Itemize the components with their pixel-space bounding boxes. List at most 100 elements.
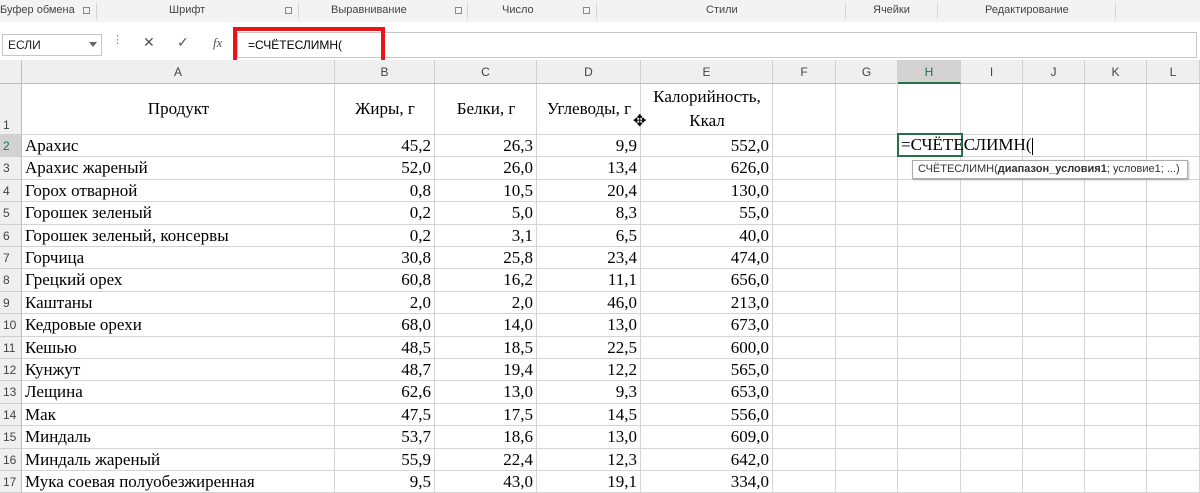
row-header[interactable]: 12 xyxy=(0,359,22,382)
clipboard-launcher-icon[interactable] xyxy=(83,7,90,14)
empty-cell[interactable] xyxy=(773,448,836,471)
product-cell[interactable]: Горошек зеленый xyxy=(22,202,335,225)
font-launcher-icon[interactable] xyxy=(285,7,292,14)
empty-cell[interactable] xyxy=(836,291,898,315)
empty-cell[interactable] xyxy=(773,336,836,359)
empty-cell[interactable] xyxy=(1147,448,1200,471)
empty-cell[interactable] xyxy=(836,314,898,337)
empty-cell[interactable] xyxy=(836,426,898,449)
product-cell[interactable]: Арахис xyxy=(22,135,335,158)
kcal-cell[interactable]: 565,0 xyxy=(641,359,773,382)
product-cell[interactable]: Кешью xyxy=(22,336,335,359)
kcal-cell[interactable]: 600,0 xyxy=(641,336,773,359)
header-cell[interactable] xyxy=(1085,84,1147,135)
empty-cell[interactable] xyxy=(773,426,836,449)
empty-cell[interactable] xyxy=(898,314,961,337)
carbs-cell[interactable]: 14,5 xyxy=(537,403,641,427)
row-header[interactable]: 11 xyxy=(0,336,22,359)
empty-cell[interactable] xyxy=(1023,224,1085,247)
row-header[interactable]: 3 xyxy=(0,157,22,180)
empty-cell[interactable] xyxy=(836,471,898,493)
empty-cell[interactable] xyxy=(1147,291,1200,315)
empty-cell[interactable] xyxy=(773,314,836,337)
protein-cell[interactable]: 5,0 xyxy=(435,202,537,225)
empty-cell[interactable] xyxy=(1085,381,1147,404)
kcal-cell[interactable]: 334,0 xyxy=(641,471,773,493)
empty-cell[interactable] xyxy=(898,202,961,225)
empty-cell[interactable] xyxy=(961,336,1023,359)
protein-cell[interactable]: 14,0 xyxy=(435,314,537,337)
empty-cell[interactable] xyxy=(961,448,1023,471)
empty-cell[interactable] xyxy=(961,471,1023,493)
kcal-cell[interactable]: 673,0 xyxy=(641,314,773,337)
empty-cell[interactable] xyxy=(1147,224,1200,247)
empty-cell[interactable] xyxy=(1023,269,1085,292)
column-header-i[interactable]: I xyxy=(961,60,1023,84)
empty-cell[interactable] xyxy=(836,336,898,359)
fat-cell[interactable]: 52,0 xyxy=(335,157,435,180)
row-header[interactable]: 9 xyxy=(0,291,22,315)
kcal-cell[interactable]: 40,0 xyxy=(641,224,773,247)
protein-cell[interactable]: 19,4 xyxy=(435,359,537,382)
fat-cell[interactable]: 55,9 xyxy=(335,448,435,471)
fat-cell[interactable]: 53,7 xyxy=(335,426,435,449)
header-cell[interactable] xyxy=(836,84,898,135)
carbs-cell[interactable]: 13,4 xyxy=(537,157,641,180)
enter-icon[interactable]: ✓ xyxy=(177,34,189,51)
empty-cell[interactable] xyxy=(1023,471,1085,493)
protein-cell[interactable]: 16,2 xyxy=(435,269,537,292)
empty-cell[interactable] xyxy=(961,247,1023,270)
column-header-l[interactable]: L xyxy=(1147,60,1200,84)
header-cell[interactable] xyxy=(961,84,1023,135)
empty-cell[interactable] xyxy=(1085,179,1147,203)
empty-cell[interactable] xyxy=(1023,448,1085,471)
empty-cell[interactable] xyxy=(1147,471,1200,493)
empty-cell[interactable] xyxy=(898,291,961,315)
tooltip-argument-1[interactable]: диапазон_условия1 xyxy=(998,163,1107,175)
empty-cell[interactable] xyxy=(1147,202,1200,225)
insert-function-icon[interactable]: fx xyxy=(213,35,222,51)
empty-cell[interactable] xyxy=(961,403,1023,427)
empty-cell[interactable] xyxy=(961,426,1023,449)
protein-cell[interactable]: 26,3 xyxy=(435,135,537,158)
empty-cell[interactable] xyxy=(836,269,898,292)
empty-cell[interactable] xyxy=(961,381,1023,404)
fat-cell[interactable]: 48,7 xyxy=(335,359,435,382)
empty-cell[interactable] xyxy=(836,157,898,180)
header-cell[interactable] xyxy=(1147,84,1200,135)
column-header-a[interactable]: A xyxy=(22,60,335,84)
empty-cell[interactable] xyxy=(1147,403,1200,427)
empty-cell[interactable] xyxy=(836,403,898,427)
row-header[interactable]: 13 xyxy=(0,381,22,404)
empty-cell[interactable] xyxy=(898,403,961,427)
empty-cell[interactable] xyxy=(961,224,1023,247)
row-header[interactable]: 7 xyxy=(0,247,22,270)
protein-cell[interactable]: 2,0 xyxy=(435,291,537,315)
protein-cell[interactable]: 25,8 xyxy=(435,247,537,270)
empty-cell[interactable] xyxy=(898,247,961,270)
protein-cell[interactable]: 18,6 xyxy=(435,426,537,449)
empty-cell[interactable] xyxy=(961,359,1023,382)
kcal-cell[interactable]: 474,0 xyxy=(641,247,773,270)
empty-cell[interactable] xyxy=(1023,202,1085,225)
empty-cell[interactable] xyxy=(961,179,1023,203)
empty-cell[interactable] xyxy=(836,448,898,471)
row-header-1[interactable]: 1 xyxy=(0,84,22,135)
fat-cell[interactable]: 68,0 xyxy=(335,314,435,337)
empty-cell[interactable] xyxy=(961,291,1023,315)
kcal-cell[interactable]: 556,0 xyxy=(641,403,773,427)
empty-cell[interactable] xyxy=(1085,135,1147,158)
empty-cell[interactable] xyxy=(836,135,898,158)
empty-cell[interactable] xyxy=(773,135,836,158)
product-cell[interactable]: Каштаны xyxy=(22,291,335,315)
fat-cell[interactable]: 30,8 xyxy=(335,247,435,270)
column-header-k[interactable]: K xyxy=(1085,60,1147,84)
empty-cell[interactable] xyxy=(1085,336,1147,359)
empty-cell[interactable] xyxy=(961,314,1023,337)
empty-cell[interactable] xyxy=(1147,247,1200,270)
alignment-launcher-icon[interactable] xyxy=(455,7,462,14)
empty-cell[interactable] xyxy=(961,202,1023,225)
row-header[interactable]: 8 xyxy=(0,269,22,292)
empty-cell[interactable] xyxy=(1023,403,1085,427)
empty-cell[interactable] xyxy=(1147,426,1200,449)
